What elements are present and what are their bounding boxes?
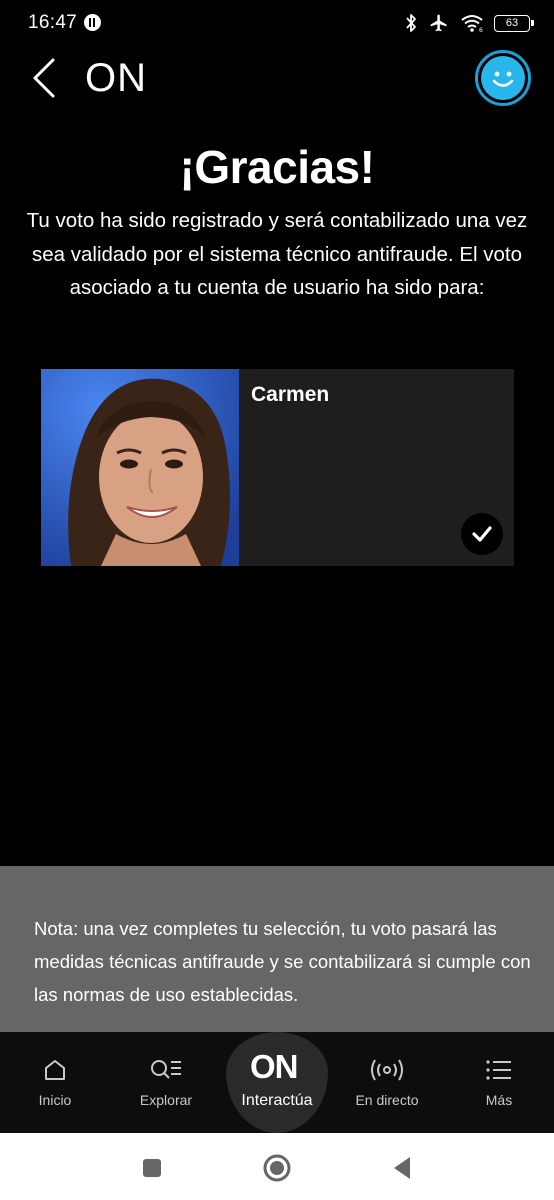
- explore-icon: [149, 1056, 183, 1084]
- status-time: 16:47: [28, 12, 78, 33]
- triangle-back-icon: [394, 1157, 410, 1179]
- menu-icon: [485, 1056, 513, 1084]
- chevron-left-icon: [33, 58, 55, 98]
- system-back-button[interactable]: [387, 1153, 417, 1183]
- note-text: Nota: una vez completes tu selección, tu…: [34, 918, 531, 1005]
- circle-icon: [263, 1154, 291, 1182]
- candidate-name: Carmen: [251, 383, 330, 406]
- svg-text:6: 6: [479, 27, 483, 33]
- thanks-heading: ¡Gracias!: [179, 141, 375, 193]
- nav-item-mas[interactable]: Más: [458, 1032, 540, 1133]
- nav-label: En directo: [355, 1092, 419, 1108]
- status-icons: 6 63: [404, 10, 534, 36]
- battery-icon: 63: [494, 14, 534, 32]
- airplane-mode-icon: [430, 14, 447, 32]
- recents-button[interactable]: [137, 1153, 167, 1183]
- wifi-icon: 6: [461, 15, 483, 33]
- home-icon: [42, 1056, 68, 1084]
- nav-item-inicio[interactable]: Inicio: [14, 1032, 96, 1133]
- square-icon: [143, 1159, 161, 1177]
- bottom-navigation: Inicio Explorar ON Interactúa En directo…: [0, 1032, 554, 1133]
- nav-item-explorar[interactable]: Explorar: [125, 1032, 207, 1133]
- note-panel: Nota: una vez completes tu selección, tu…: [0, 866, 554, 1032]
- check-icon: [461, 513, 503, 555]
- nav-label: Interactúa: [241, 1092, 313, 1109]
- broadcast-icon: [370, 1056, 404, 1084]
- page-title: ON: [85, 56, 147, 100]
- nav-label: Más: [485, 1092, 513, 1108]
- candidate-photo: [41, 369, 239, 566]
- system-navigation-bar: [0, 1133, 554, 1200]
- vote-confirmation-message: Tu voto ha sido registrado y será contab…: [26, 209, 528, 299]
- on-logo-icon: ON: [250, 1048, 298, 1085]
- profile-avatar-button[interactable]: [475, 50, 531, 106]
- nav-item-interactua[interactable]: ON Interactúa: [226, 1032, 328, 1133]
- status-bar: 16:47 6 63: [0, 0, 554, 48]
- smiley-avatar-icon: [481, 56, 525, 100]
- nav-label: Explorar: [139, 1092, 193, 1108]
- nav-item-en-directo[interactable]: En directo: [346, 1032, 428, 1133]
- bluetooth-icon: [406, 14, 416, 32]
- candidate-card[interactable]: Carmen: [41, 369, 514, 566]
- nav-label: Inicio: [38, 1092, 72, 1108]
- home-button[interactable]: [262, 1153, 292, 1183]
- app-header: ON: [0, 48, 554, 110]
- back-button[interactable]: [22, 56, 66, 100]
- media-paused-icon: [84, 14, 101, 31]
